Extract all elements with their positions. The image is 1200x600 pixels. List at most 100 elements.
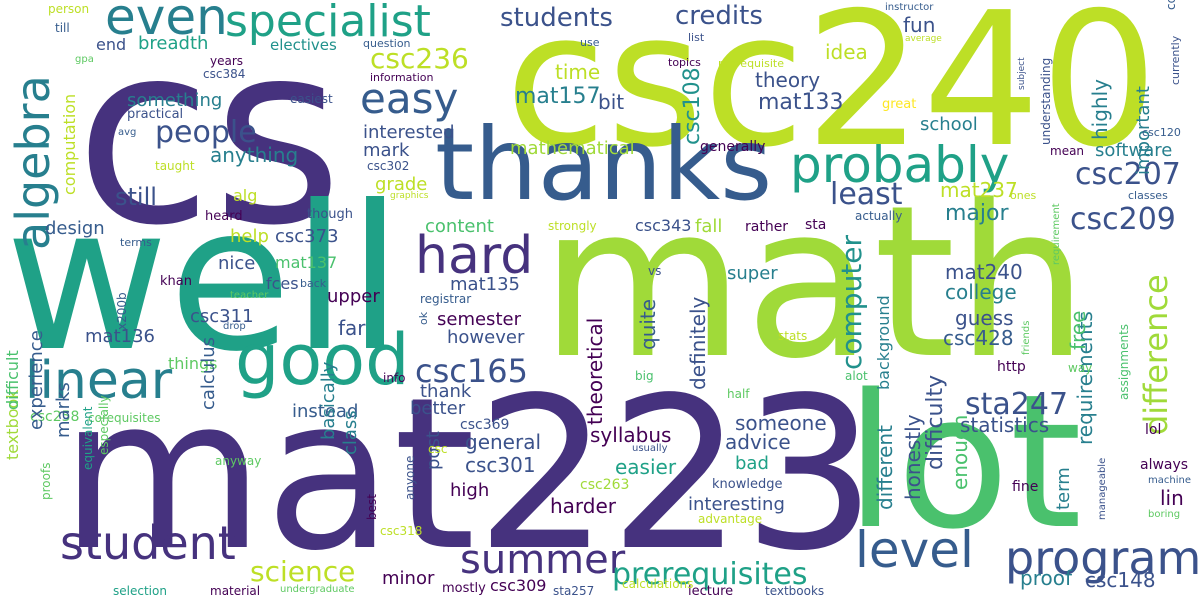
word-selection: selection — [113, 584, 167, 598]
word-science: science — [250, 555, 356, 588]
word-students: students — [500, 3, 613, 33]
word-proof: proof — [1020, 566, 1072, 590]
word-fces: fces — [266, 274, 299, 293]
word-textbooks: textbooks — [765, 584, 825, 598]
word-actually: actually — [855, 209, 903, 223]
word-machine: machine — [1148, 475, 1191, 486]
word-generally: generally — [700, 139, 766, 155]
word-syllabus: syllabus — [590, 423, 672, 447]
word-csc108: csc108 — [680, 67, 705, 145]
word-csc428: csc428 — [943, 326, 1014, 350]
word-csc369: csc369 — [460, 417, 510, 433]
word-stats: stats — [778, 329, 808, 343]
word-khan: khan — [160, 274, 192, 289]
word-anyone: anyone — [403, 455, 417, 500]
word-summer: summer — [460, 537, 626, 583]
word-mat136: mat136 — [85, 326, 155, 347]
word-strongly: strongly — [548, 219, 597, 233]
word-course: course — [1164, 0, 1178, 10]
word-least: least — [830, 177, 903, 212]
word-ones: ones — [1010, 189, 1037, 202]
word-anything: anything — [210, 143, 299, 167]
word-far: far — [338, 316, 366, 340]
word-basically: basically — [318, 361, 339, 440]
word-avg: avg — [118, 127, 137, 138]
word-friends: friends — [1021, 320, 1032, 355]
word-knowledge: knowledge — [712, 477, 783, 492]
word-use: use — [580, 36, 600, 49]
word-upper: upper — [327, 286, 380, 307]
word-registrar: registrar — [420, 292, 472, 306]
word-student: student — [60, 516, 236, 570]
word-bit: bit — [598, 90, 625, 114]
word-fall: fall — [695, 216, 723, 237]
word-calculus: calculus — [198, 336, 219, 410]
word-info: info — [383, 371, 406, 385]
word-fun: fun — [903, 13, 936, 37]
word-usually: usually — [632, 443, 668, 454]
word-advantage: advantage — [698, 512, 763, 526]
word-mathematical: mathematical — [510, 138, 635, 159]
word-alot: alot — [845, 369, 868, 383]
word-classes: classes — [1128, 189, 1168, 202]
word-easier: easier — [615, 455, 677, 479]
word-proofs: proofs — [39, 462, 53, 500]
word-practical: practical — [127, 107, 184, 122]
word-difficult: difficult — [3, 350, 22, 410]
word-highly: highly — [1088, 79, 1112, 140]
word-csc384: csc384 — [203, 67, 246, 81]
word-csc148: csc148 — [1085, 568, 1156, 592]
word-csc209: csc209 — [1070, 202, 1176, 237]
word-school: school — [920, 114, 978, 135]
word-teacher: teacher — [230, 290, 269, 301]
word-breadth: breadth — [138, 33, 209, 54]
word-honestly: honestly — [901, 414, 925, 500]
word-great: great — [882, 97, 917, 112]
word-time: time — [555, 60, 601, 84]
word-quite: quite — [636, 298, 660, 350]
word-csc: csc — [428, 442, 448, 456]
word-boring: boring — [1148, 509, 1181, 520]
word-definitely: definitely — [686, 296, 710, 390]
word-minor: minor — [382, 568, 435, 589]
word-term: term — [1053, 467, 1074, 510]
word-back: back — [300, 277, 327, 290]
word-always: always — [1140, 457, 1189, 473]
word-calculations: calculations — [622, 577, 694, 591]
word-big: big — [635, 369, 654, 383]
word-average: average — [905, 34, 942, 44]
word-person: person — [48, 2, 90, 16]
word-advice: advice — [725, 430, 791, 454]
word-graphics: graphics — [390, 191, 429, 201]
word-equivalent: equivalent — [81, 406, 95, 470]
word-subject: subject — [1017, 57, 1027, 90]
word-rather: rather — [745, 219, 789, 235]
word-csc343: csc343 — [635, 216, 692, 235]
word-understanding: understanding — [1039, 57, 1053, 145]
word-marks: marks — [53, 382, 74, 438]
word-http: http — [997, 359, 1026, 375]
word-class: class — [340, 410, 361, 455]
word-csc318: csc318 — [380, 524, 423, 538]
word-list: list — [688, 31, 705, 44]
word-different: different — [873, 425, 897, 510]
word-ok: ok — [417, 311, 430, 325]
word-general: general — [465, 430, 542, 454]
word-topics: topics — [668, 56, 701, 69]
word-idea: idea — [825, 40, 868, 64]
word-guess: guess — [955, 306, 1014, 330]
word-electives: electives — [270, 36, 337, 54]
word-fine: fine — [1012, 479, 1039, 495]
word-thanks: thanks — [435, 106, 773, 223]
word-way: way — [1068, 361, 1093, 375]
word-instructor: instructor — [885, 2, 934, 13]
word-major: major — [945, 201, 1009, 226]
word-heard: heard — [205, 209, 243, 224]
word-bad: bad — [735, 453, 769, 474]
word-sta: sta — [805, 217, 827, 233]
word-manageable: manageable — [1097, 457, 1108, 520]
word-question: question — [363, 37, 411, 50]
word-end: end — [96, 35, 127, 54]
word-help: help — [230, 226, 269, 247]
word-difficulty: difficulty — [923, 374, 948, 470]
